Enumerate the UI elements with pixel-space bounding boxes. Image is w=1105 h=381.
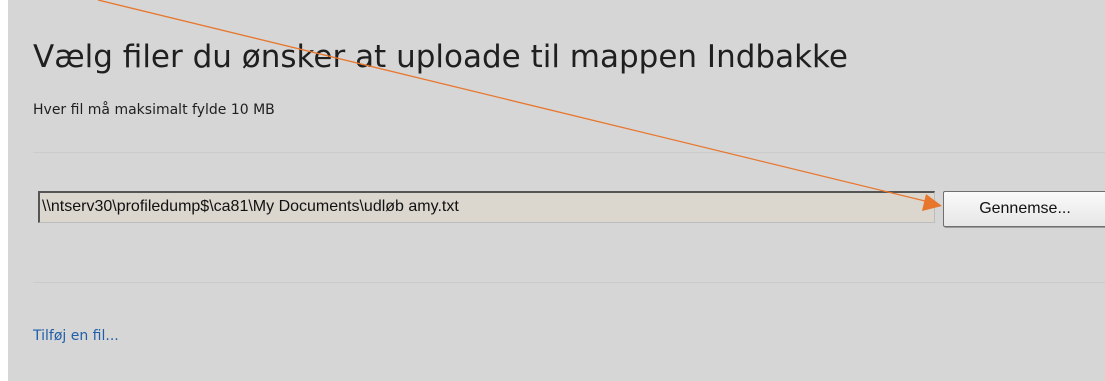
file-path-field[interactable]: \\ntserv30\profiledump$\ca81\My Document…: [38, 191, 935, 223]
file-upload-row: \\ntserv30\profiledump$\ca81\My Document…: [38, 191, 1105, 227]
size-limit-text: Hver fil må maksimalt fylde 10 MB: [33, 102, 275, 118]
upload-dialog-panel: Vælg filer du ønsker at uploade til mapp…: [8, 0, 1105, 381]
add-file-link[interactable]: Tilføj en fil...: [33, 327, 119, 345]
divider: [33, 282, 1105, 283]
page-title: Vælg filer du ønsker at uploade til mapp…: [33, 39, 848, 75]
divider: [33, 152, 1105, 153]
browse-button[interactable]: Gennemse...: [943, 191, 1105, 227]
